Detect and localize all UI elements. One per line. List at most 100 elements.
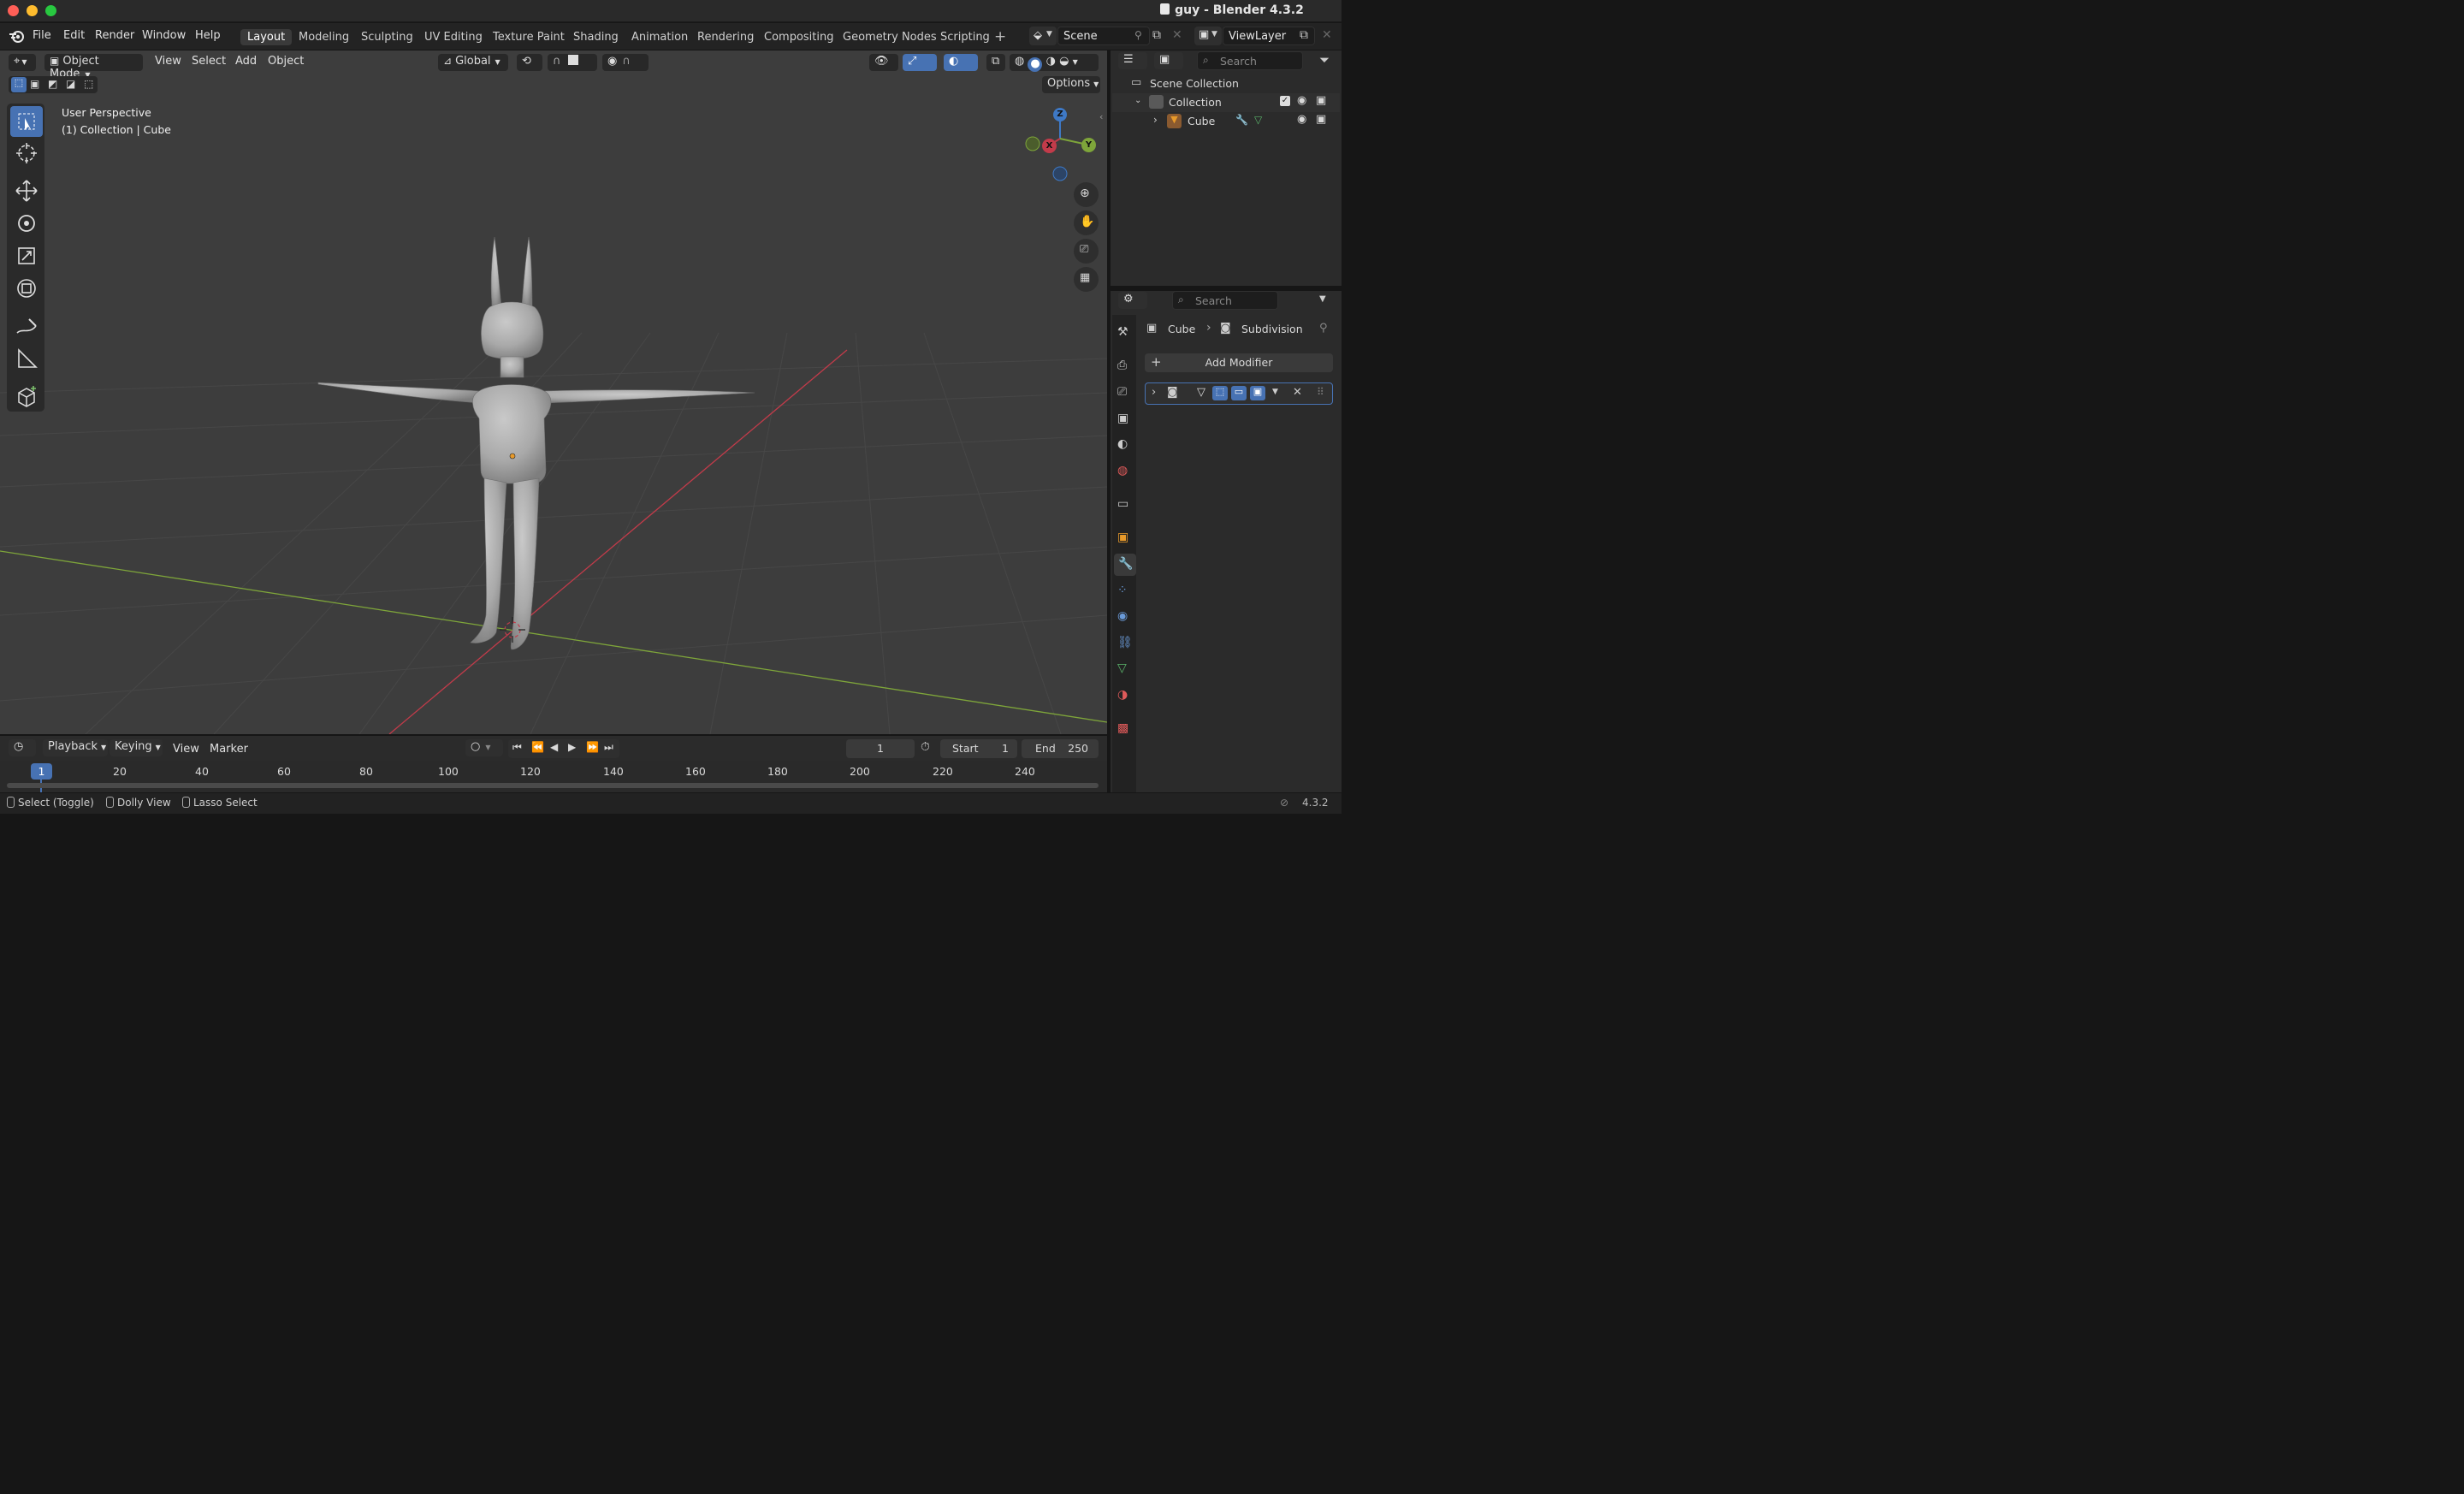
overlays-toggle-button[interactable]: ◐ xyxy=(944,54,978,71)
options-dropdown[interactable]: Options ▼ xyxy=(1042,76,1100,93)
gizmo-toggle-button[interactable]: ⤢ xyxy=(903,54,937,71)
move-tool[interactable] xyxy=(10,175,43,206)
delete-view-layer-icon[interactable]: ✕ xyxy=(1322,28,1332,42)
modifiers-tab[interactable]: 🔧 xyxy=(1114,554,1136,576)
camera-icon[interactable]: ▣ xyxy=(1316,94,1326,107)
outliner-row-collection[interactable]: ⌄ Collection ✓ ◉ ▣ xyxy=(1112,93,1340,112)
stopwatch-icon[interactable]: ⏱ xyxy=(921,740,930,754)
view-layer-tab-icon[interactable]: ▣ xyxy=(1117,412,1128,425)
pivot-point-button[interactable]: ⟲ xyxy=(517,54,542,71)
transform-orientation-dropdown[interactable]: ⊿ Global ▼ xyxy=(438,54,508,71)
next-keyframe-icon[interactable]: ⏩ xyxy=(586,741,599,753)
particles-tab-icon[interactable]: ⁘ xyxy=(1117,584,1128,597)
current-frame-field[interactable]: 1 xyxy=(846,739,915,758)
transform-tool[interactable] xyxy=(10,273,43,304)
viewport-menu-add[interactable]: Add xyxy=(235,55,257,68)
menu-help[interactable]: Help xyxy=(195,29,221,42)
select-new-icon[interactable]: ⬚ xyxy=(11,77,27,92)
display-mode-button[interactable]: ▣ xyxy=(1154,52,1183,69)
timeline-editor-type-button[interactable]: ◷ xyxy=(9,739,36,756)
object-mode-dropdown[interactable]: ▣ Object Mode ▼ xyxy=(44,54,143,80)
menu-file[interactable]: File xyxy=(33,29,51,42)
outliner-editor-type-button[interactable]: ☰ xyxy=(1118,52,1147,69)
playhead[interactable]: 1 xyxy=(31,763,52,780)
workspace-tab-scripting[interactable]: Scripting xyxy=(940,31,990,44)
workspace-tab-modeling[interactable]: Modeling xyxy=(299,31,349,44)
scene-name-field[interactable]: Scene ⚲ xyxy=(1057,27,1150,45)
menu-edit[interactable]: Edit xyxy=(63,29,85,42)
outliner-row-scene-collection[interactable]: ▭ Scene Collection xyxy=(1112,74,1340,93)
menu-window[interactable]: Window xyxy=(142,29,186,42)
new-view-layer-icon[interactable]: ⧉ xyxy=(1300,28,1308,42)
snap-button[interactable]: ∩ xyxy=(548,54,597,71)
modifier-wrench-icon[interactable]: 🔧 xyxy=(1235,114,1248,126)
constraints-tab-icon[interactable]: ⛓ xyxy=(1117,636,1133,649)
workspace-tab-layout[interactable]: Layout xyxy=(240,29,293,45)
menu-render[interactable]: Render xyxy=(95,29,134,42)
workspace-tab-uv-editing[interactable]: UV Editing xyxy=(424,31,483,44)
chevron-down-icon[interactable]: ▼ xyxy=(1319,294,1326,304)
subdivision-modifier-panel[interactable]: › ◙ ▽ ⬚ ▭ ▣ ▼ ✕ ⠿ xyxy=(1145,382,1333,405)
scale-tool[interactable] xyxy=(10,240,43,271)
camera-icon[interactable]: ▣ xyxy=(1316,113,1326,126)
shading-mode-buttons[interactable]: ◍ ● ◑ ◒ ▼ xyxy=(1010,54,1099,72)
add-workspace-icon[interactable]: + xyxy=(994,28,1006,45)
cursor-tool[interactable] xyxy=(10,138,43,169)
scene-selector-button[interactable]: ⬙ ▼ xyxy=(1029,27,1057,45)
select-extend-icon[interactable]: ▣ xyxy=(30,78,39,90)
xray-toggle-button[interactable]: ⧉ xyxy=(986,54,1005,71)
selection-mode-buttons[interactable]: ⬚ ▣ ◩ ◪ ⬚ xyxy=(9,76,98,93)
viewport-menu-object[interactable]: Object xyxy=(268,55,304,68)
delete-scene-icon[interactable]: ✕ xyxy=(1172,28,1182,42)
wireframe-shading-icon[interactable]: ◍ xyxy=(1015,55,1024,68)
play-reverse-icon[interactable]: ◀ xyxy=(550,741,558,753)
outliner-row-cube[interactable]: › ▼ Cube 🔧 ▽ ◉ ▣ xyxy=(1112,112,1340,131)
on-cage-toggle-icon[interactable]: ⬚ xyxy=(1212,386,1228,400)
play-icon[interactable]: ▶ xyxy=(568,741,576,753)
x-axis-gizmo[interactable]: X xyxy=(1042,139,1057,153)
workspace-tab-geometry-nodes[interactable]: Geometry Nodes xyxy=(843,31,937,44)
pin-icon[interactable]: ⚲ xyxy=(1134,29,1142,41)
object-tab-icon[interactable]: ▣ xyxy=(1117,531,1128,544)
output-tab-icon[interactable]: ⎚ xyxy=(1117,385,1127,399)
timeline-menu-view[interactable]: View xyxy=(173,743,199,756)
jump-to-start-icon[interactable]: ⏮ xyxy=(512,741,522,754)
tool-tab-icon[interactable]: ⚒ xyxy=(1117,325,1128,339)
annotate-tool[interactable] xyxy=(10,311,43,341)
timeline-menu-marker[interactable]: Marker xyxy=(210,743,248,756)
workspace-tab-shading[interactable]: Shading xyxy=(573,31,619,44)
camera-view-button[interactable]: ⎚ xyxy=(1074,239,1099,264)
auto-keying-button[interactable]: ○ ▼ xyxy=(465,739,503,756)
outliner-search-input[interactable]: ⌕ Search xyxy=(1197,51,1303,70)
pin-icon[interactable]: ⚲ xyxy=(1319,322,1328,335)
zoom-view-button[interactable]: ⊕ xyxy=(1074,182,1099,207)
toggle-ortho-button[interactable]: ▦ xyxy=(1074,267,1099,292)
editor-type-button[interactable]: ⌖ ▼ xyxy=(9,54,36,71)
viewport-menu-view[interactable]: View xyxy=(155,55,181,68)
workspace-tab-compositing[interactable]: Compositing xyxy=(764,31,834,44)
drag-handle-icon[interactable]: ⠿ xyxy=(1317,386,1324,398)
view-layer-selector-button[interactable]: ▣ ▼ xyxy=(1194,27,1222,45)
expand-arrow-icon[interactable]: ⌄ xyxy=(1134,96,1141,105)
properties-search-input[interactable]: ⌕ Search xyxy=(1172,291,1278,310)
checkbox-icon[interactable]: ✓ xyxy=(1280,96,1290,106)
workspace-tab-rendering[interactable]: Rendering xyxy=(697,31,754,44)
select-subtract-icon[interactable]: ◩ xyxy=(48,78,57,90)
workspace-tab-sculpting[interactable]: Sculpting xyxy=(361,31,413,44)
rendered-shading-icon[interactable]: ◒ xyxy=(1059,55,1069,68)
filter-icon[interactable]: ⏷ xyxy=(1319,52,1330,68)
physics-tab-icon[interactable]: ◉ xyxy=(1117,609,1128,623)
viewport-toggle-icon[interactable]: ▭ xyxy=(1231,386,1247,400)
collection-tab-icon[interactable]: ▭ xyxy=(1117,497,1128,511)
mesh-data-icon[interactable]: ▽ xyxy=(1254,114,1262,126)
eye-icon[interactable]: ◉ xyxy=(1297,113,1306,126)
solid-shading-icon[interactable]: ● xyxy=(1028,57,1043,72)
texture-tab-icon[interactable]: ▩ xyxy=(1117,721,1128,735)
viewport-menu-select[interactable]: Select xyxy=(192,55,226,68)
previous-keyframe-icon[interactable]: ⏪ xyxy=(531,741,544,753)
playback-menu[interactable]: Playback ▼ xyxy=(43,739,108,756)
world-tab-icon[interactable]: ◍ xyxy=(1117,464,1128,477)
workspace-tab-texture-paint[interactable]: Texture Paint xyxy=(493,31,565,44)
3d-viewport[interactable] xyxy=(0,50,1107,734)
add-cube-tool[interactable] xyxy=(10,381,43,412)
